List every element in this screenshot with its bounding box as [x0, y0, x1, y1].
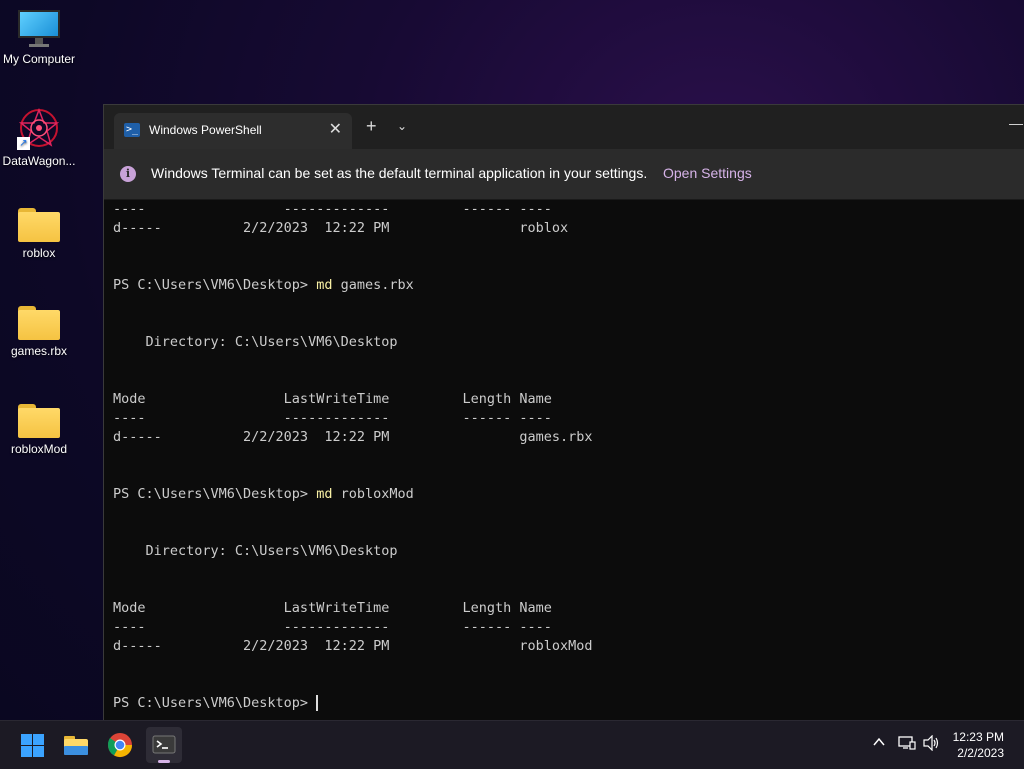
desktop-icon-games-rbx-folder[interactable]: games.rbx	[0, 306, 78, 358]
info-icon: i	[120, 166, 136, 182]
minimize-button[interactable]: —	[1009, 115, 1023, 131]
console-line: Mode LastWriteTime Length Name	[113, 391, 552, 407]
console-prompt-line: PS C:\Users\VM6\Desktop> md games.rbx	[113, 276, 1024, 295]
clock-time: 12:23 PM	[952, 730, 1004, 744]
command-name: md	[316, 277, 333, 293]
windows-start-icon[interactable]	[14, 727, 50, 763]
close-tab-icon[interactable]: ✕	[329, 119, 342, 139]
active-indicator	[158, 760, 170, 763]
folder-icon	[18, 404, 60, 438]
console-line: ---- ------------- ------ ----	[113, 410, 552, 426]
prompt-text: PS C:\Users\VM6\Desktop>	[113, 277, 317, 293]
desktop-icon-label: robloxMod	[10, 442, 68, 456]
desktop-icon-label: games.rbx	[10, 344, 68, 358]
console-prompt-line: PS C:\Users\VM6\Desktop>	[113, 694, 1024, 713]
console-line: Directory: C:\Users\VM6\Desktop	[113, 543, 398, 559]
desktop-icon-datawagon[interactable]: ↗ DataWagon...	[0, 106, 78, 168]
console-prompt-line: PS C:\Users\VM6\Desktop> md robloxMod	[113, 485, 1024, 504]
file-explorer-icon[interactable]	[58, 727, 94, 763]
prompt-text: PS C:\Users\VM6\Desktop>	[113, 695, 317, 711]
desktop-icon-label: roblox	[22, 246, 56, 260]
prompt-text: PS C:\Users\VM6\Desktop>	[113, 486, 317, 502]
network-icon[interactable]	[898, 735, 916, 754]
console-line: d----- 2/2/2023 12:22 PM roblox	[113, 220, 569, 236]
text-cursor	[316, 695, 319, 711]
desktop-icon-label: DataWagon...	[2, 154, 76, 168]
new-tab-button[interactable]: +	[366, 117, 377, 135]
default-terminal-infobar: i Windows Terminal can be set as the def…	[104, 149, 1024, 200]
powershell-icon: >_	[124, 123, 140, 137]
folder-icon	[18, 208, 60, 242]
shortcut-arrow-icon: ↗	[17, 137, 30, 150]
terminal-icon[interactable]	[146, 727, 182, 763]
desktop-icon-my-computer[interactable]: My Computer	[0, 10, 78, 66]
console-line: Mode LastWriteTime Length Name	[113, 600, 552, 616]
console-line: ---- ------------- ------ ----	[113, 619, 552, 635]
system-clock[interactable]: 12:23 PM 2/2/2023	[953, 729, 1004, 761]
open-settings-link[interactable]: Open Settings	[663, 165, 752, 181]
infobar-message: Windows Terminal can be set as the defau…	[151, 165, 648, 181]
command-argument: robloxMod	[332, 486, 414, 502]
datawagon-logo-icon: ↗	[17, 106, 61, 150]
desktop-icon-label: My Computer	[2, 52, 76, 66]
desktop-icon-roblox-folder[interactable]: roblox	[0, 208, 78, 260]
desktop-icon-robloxmod-folder[interactable]: robloxMod	[0, 404, 78, 456]
command-argument: games.rbx	[332, 277, 414, 293]
console-line: Directory: C:\Users\VM6\Desktop	[113, 334, 398, 350]
console-line: d----- 2/2/2023 12:22 PM robloxMod	[113, 638, 593, 654]
taskbar: 12:23 PM 2/2/2023	[0, 720, 1024, 769]
command-name: md	[316, 486, 333, 502]
chevron-down-icon[interactable]: ⌄	[397, 119, 407, 133]
terminal-window: >_ Windows PowerShell ✕ + ⌄ — i Windows …	[103, 104, 1024, 721]
console-output[interactable]: ---- ------------- ------ ---- d----- 2/2…	[104, 200, 1024, 721]
console-line: d----- 2/2/2023 12:22 PM games.rbx	[113, 429, 593, 445]
clock-date: 2/2/2023	[957, 746, 1004, 760]
folder-icon	[18, 306, 60, 340]
tab-windows-powershell[interactable]: >_ Windows PowerShell ✕	[114, 113, 352, 149]
console-line: ---- ------------- ------ ----	[113, 201, 552, 217]
volume-icon[interactable]	[922, 734, 940, 754]
tab-title: Windows PowerShell	[149, 123, 262, 137]
show-hidden-icons-chevron[interactable]	[872, 735, 886, 752]
tab-bar: >_ Windows PowerShell ✕ + ⌄ —	[104, 105, 1024, 149]
computer-icon	[18, 10, 60, 48]
chrome-icon[interactable]	[102, 727, 138, 763]
